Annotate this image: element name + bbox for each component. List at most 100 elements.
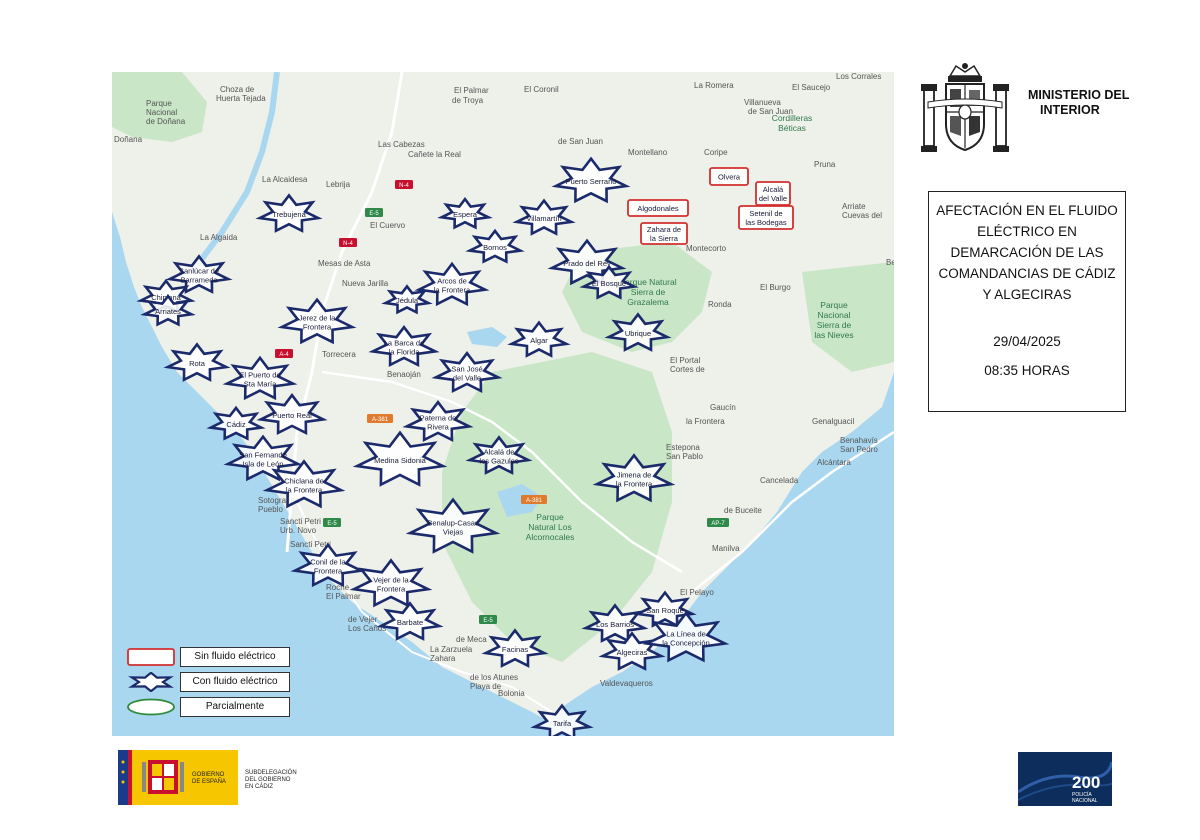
basemap-place-label: Choza de xyxy=(220,85,255,94)
basemap-place-label: El Pelayo xyxy=(680,588,714,597)
town-label: Trebujena xyxy=(272,210,306,219)
town-no-power-marker[interactable]: Alcaládel Valle xyxy=(755,181,791,206)
basemap-place-label: Ronda xyxy=(708,300,732,309)
town-label: Olvera xyxy=(718,173,741,182)
town-no-power-marker[interactable]: Algodonales xyxy=(627,199,689,217)
town-label: Setenil de xyxy=(749,209,782,218)
town-label: El Bosque xyxy=(592,279,626,288)
basemap-place-label: Lebrija xyxy=(326,180,351,189)
town-label: La Barca de xyxy=(384,339,424,348)
road-badge-label: N-4 xyxy=(343,241,353,247)
basemap-place-label: Becerro xyxy=(886,258,894,267)
basemap-place-label: Villanueva xyxy=(744,98,781,107)
town-label: San José xyxy=(451,365,482,374)
town-label: San Roque xyxy=(646,606,684,615)
road-badge-label: E-5 xyxy=(483,618,493,624)
basemap-place-label: Sancti Petri xyxy=(280,517,321,526)
park-label: Sierra de xyxy=(817,320,852,330)
town-label: Arcos de xyxy=(437,277,467,286)
town-label: Barbate xyxy=(397,618,423,627)
town-label: la Concepción xyxy=(662,639,710,648)
basemap-place-label: Parque xyxy=(146,99,172,108)
basemap-place-label: Pueblo xyxy=(258,505,283,514)
town-label: Conil de la xyxy=(310,558,346,567)
town-label: la Frontera xyxy=(616,480,653,489)
legend-no-power-label: Sin fluido eléctrico xyxy=(180,647,290,667)
town-no-power-marker[interactable]: Olvera xyxy=(709,167,749,186)
town-label: Medina Sidonia xyxy=(374,456,427,465)
map-panel[interactable]: Choza de Huerta Tejada Parque Nacional de Do… xyxy=(112,72,894,736)
basemap-place-label: Montecorto xyxy=(686,244,727,253)
basemap-place-label: El Burgo xyxy=(760,283,791,292)
info-title-line: AFECTACIÓN EN EL FLUIDO xyxy=(936,203,1118,218)
park-label: Sierra de xyxy=(631,287,666,297)
town-label: la Frontera xyxy=(286,486,323,495)
police-line1: POLICÍA xyxy=(1072,791,1092,798)
basemap-place-label: Benahavís xyxy=(840,436,878,445)
shield-icon xyxy=(142,760,184,794)
town-label: Jimena de xyxy=(617,471,652,480)
sub-line3: EN CÁDIZ xyxy=(245,783,273,790)
town-label: Espera xyxy=(453,210,478,219)
town-label: Puerto Real xyxy=(272,411,312,420)
police-line2: NACIONAL xyxy=(1072,798,1098,804)
road-badge-label: N-4 xyxy=(399,183,409,189)
basemap-place-label: Torrecera xyxy=(322,350,356,359)
town-no-power-marker[interactable]: Setenil delas Bodegas xyxy=(738,205,794,230)
town-label: Isla de León xyxy=(243,460,284,469)
town-label: Cádiz xyxy=(226,420,245,429)
town-no-power-marker[interactable]: Zahara dela Sierra xyxy=(640,222,688,245)
basemap-place-label: San Pedro xyxy=(840,445,878,454)
info-title-line: ELÉCTRICO EN xyxy=(977,224,1077,239)
park-label: las Nieves xyxy=(814,330,853,340)
policia-nacional-logo: 200 POLICÍA NACIONAL xyxy=(1017,752,1116,806)
basemap-place-label: Estepona xyxy=(666,443,700,452)
basemap-place-label: El Coronil xyxy=(524,85,559,94)
ministry-line2: INTERIOR xyxy=(1040,103,1100,117)
basemap-place-label: Cuevas del xyxy=(842,211,882,220)
basemap-place-label: de Buceite xyxy=(724,506,762,515)
town-label: Facinas xyxy=(502,645,529,654)
map-canvas[interactable]: Choza deHuerta TejadaParqueNacionalde Do… xyxy=(112,72,894,736)
gobierno-de-espana-logo: GOBIERNO DE ESPAÑA SUBDELEGACIÓN DEL GOB… xyxy=(118,750,298,805)
report-date: 29/04/2025 xyxy=(993,334,1061,349)
town-label: Frontera xyxy=(303,323,332,332)
road-badge-label: E-5 xyxy=(369,211,379,217)
basemap-place-label: Nueva Jarilla xyxy=(342,279,389,288)
basemap-place-label: Coripe xyxy=(704,148,728,157)
town-label: la Florida xyxy=(389,348,421,357)
basemap-place-label: Cañete la Real xyxy=(408,150,461,159)
basemap-place-label: Nacional xyxy=(146,108,177,117)
sub-line2: DEL GOBIERNO xyxy=(245,777,291,783)
park-label: Parque xyxy=(820,300,848,310)
basemap-place-label: Zahara xyxy=(430,654,456,663)
road-badge-label: A-4 xyxy=(279,352,289,358)
sub-line1: SUBDELEGACIÓN xyxy=(245,769,297,776)
town-label: los Gazules xyxy=(479,457,518,466)
basemap-place-label: Manilva xyxy=(712,544,740,553)
basemap-place-label: Montellano xyxy=(628,148,668,157)
town-label: Alcalá de xyxy=(484,448,515,457)
basemap-place-label: El Palmar xyxy=(326,592,361,601)
town-label: Alcalá xyxy=(763,185,784,194)
town-label: Paterna de xyxy=(420,414,457,423)
town-label: Rota xyxy=(189,359,206,368)
road-badge-label: AP-7 xyxy=(711,521,725,527)
info-title-line: Y ALGECIRAS xyxy=(982,287,1072,302)
basemap-place-label: La Alcaidesa xyxy=(262,175,308,184)
town-label: San Fernando xyxy=(239,451,287,460)
coat-of-arms-icon xyxy=(921,63,1009,152)
basemap-place-label: Benaoján xyxy=(387,370,421,379)
town-label: Frontera xyxy=(314,567,343,576)
town-label: Barrameda xyxy=(180,276,218,285)
basemap-place-label: de Vejer xyxy=(348,615,378,624)
basemap-place-label: de Troya xyxy=(452,96,484,105)
legend-star-icon xyxy=(128,672,174,692)
town-label: Jerez de la xyxy=(299,314,337,323)
basemap-place-label: Roche xyxy=(326,583,350,592)
legend-with-power-label: Con fluido eléctrico xyxy=(180,672,290,692)
basemap-place-label: Arriate xyxy=(842,202,866,211)
town-label: Zahara de xyxy=(647,225,681,234)
town-label: Tarifa xyxy=(553,719,572,728)
town-label: Villamartín xyxy=(526,214,561,223)
